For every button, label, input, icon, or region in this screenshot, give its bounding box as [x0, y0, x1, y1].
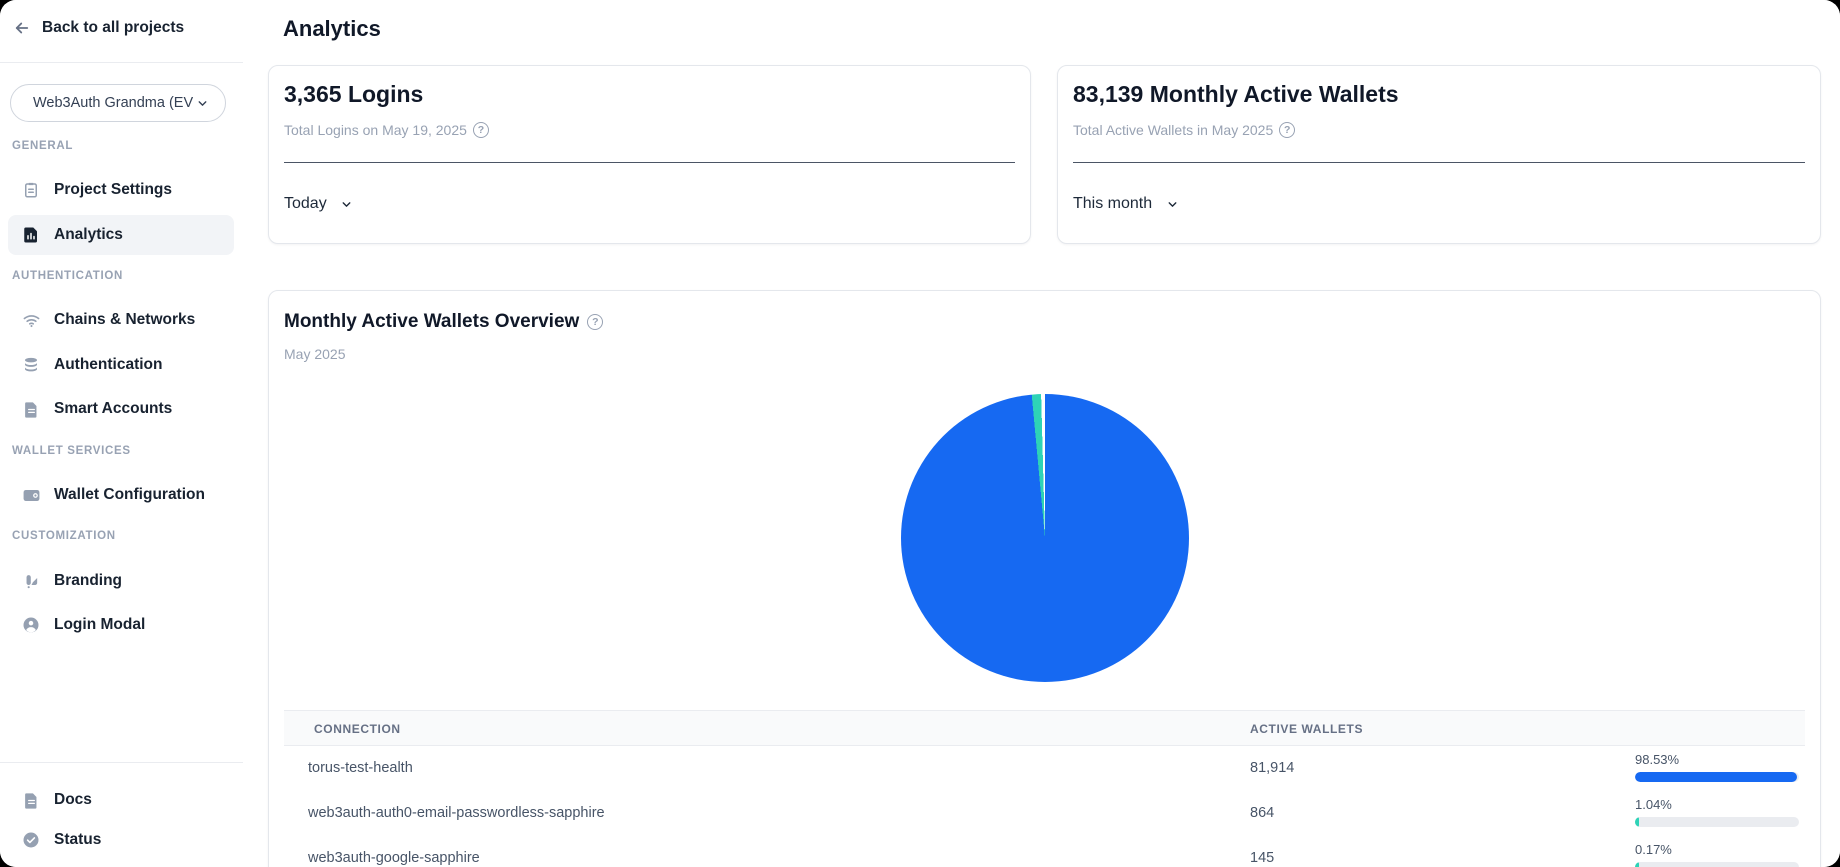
user-circle-icon [21, 615, 41, 635]
percent-bar-fill [1635, 817, 1639, 827]
active-wallets-pie-chart[interactable] [901, 394, 1189, 682]
sidebar-item-authentication[interactable]: Authentication [8, 345, 234, 385]
sidebar-item-label: Wallet Configuration [54, 486, 205, 504]
sidebar-item-login-modal[interactable]: Login Modal [8, 605, 234, 645]
card-divider [284, 162, 1015, 163]
wallets-metric: 83,139 Monthly Active Wallets [1073, 81, 1399, 108]
analytics-chart-icon [21, 225, 41, 245]
clipboard-icon [21, 180, 41, 200]
overview-title: Monthly Active Wallets Overview [284, 311, 579, 333]
app-window: Back to all projects Web3Auth Grandma (E… [0, 0, 1840, 867]
wallets-subtitle: Total Active Wallets in May 2025 [1073, 122, 1273, 138]
logins-subtitle: Total Logins on May 19, 2025 [284, 122, 467, 138]
section-label-general: GENERAL [12, 140, 73, 152]
section-label-customization: CUSTOMIZATION [12, 530, 116, 542]
brush-icon [21, 571, 41, 591]
percent-label: 1.04% [1635, 797, 1799, 812]
percent-bar-fill [1635, 772, 1797, 782]
table-row[interactable]: web3auth-google-sapphire 145 0.17% [284, 836, 1805, 867]
active-wallets-cell: 864 [1250, 805, 1274, 821]
percent-cell: 98.53% [1635, 752, 1799, 782]
sidebar-item-analytics[interactable]: Analytics [8, 215, 234, 255]
document-icon [21, 399, 41, 419]
connection-cell: torus-test-health [308, 760, 413, 776]
wallet-icon [21, 485, 41, 505]
page-title: Analytics [283, 16, 381, 42]
column-header-active-wallets: ACTIVE WALLETS [1250, 711, 1363, 747]
table-header: CONNECTION ACTIVE WALLETS [284, 710, 1805, 746]
percent-bar-track [1635, 862, 1799, 867]
overview-card: Monthly Active Wallets Overview ? May 20… [268, 290, 1821, 867]
monthly-active-wallets-card: 83,139 Monthly Active Wallets Total Acti… [1057, 65, 1821, 244]
wallets-range-dropdown[interactable]: This month [1073, 194, 1182, 214]
database-icon [21, 355, 41, 375]
table-row[interactable]: web3auth-auth0-email-passwordless-sapphi… [284, 791, 1805, 836]
table-row[interactable]: torus-test-health 81,914 98.53% [284, 746, 1805, 791]
range-label: Today [284, 195, 327, 213]
section-label-authentication: AUTHENTICATION [12, 270, 123, 282]
sidebar-item-label: Chains & Networks [54, 311, 195, 329]
sidebar-bottom-divider [0, 762, 243, 763]
help-icon[interactable]: ? [587, 314, 603, 330]
logins-card: 3,365 Logins Total Logins on May 19, 202… [268, 65, 1031, 244]
sidebar-item-status[interactable]: Status [8, 820, 234, 860]
active-wallets-cell: 145 [1250, 850, 1274, 866]
connection-cell: web3auth-auth0-email-passwordless-sapphi… [308, 805, 605, 821]
active-wallets-cell: 81,914 [1250, 760, 1294, 776]
overview-subtitle: May 2025 [284, 346, 345, 362]
sidebar-item-label: Authentication [54, 356, 163, 374]
chevron-down-icon [337, 194, 357, 214]
sidebar-item-docs[interactable]: Docs [8, 780, 234, 820]
sidebar-item-label: Smart Accounts [54, 400, 172, 418]
range-label: This month [1073, 195, 1152, 213]
sidebar: Back to all projects Web3Auth Grandma (E… [0, 0, 244, 867]
sidebar-item-label: Docs [54, 791, 92, 809]
main-content: Analytics 3,365 Logins Total Logins on M… [243, 0, 1840, 867]
logins-range-dropdown[interactable]: Today [284, 194, 357, 214]
arrow-left-icon [12, 18, 32, 38]
sidebar-item-label: Login Modal [54, 616, 145, 634]
percent-bar-track [1635, 817, 1799, 827]
back-label: Back to all projects [42, 19, 184, 37]
wifi-icon [21, 310, 41, 330]
percent-bar-track [1635, 772, 1799, 782]
project-selector-label: Web3Auth Grandma (EV [33, 95, 193, 111]
sidebar-item-label: Status [54, 831, 101, 849]
connection-cell: web3auth-google-sapphire [308, 850, 480, 866]
check-circle-icon [21, 830, 41, 850]
percent-bar-fill [1635, 862, 1639, 867]
chevron-down-icon [1162, 194, 1182, 214]
sidebar-item-smart-accounts[interactable]: Smart Accounts [8, 389, 234, 429]
percent-label: 0.17% [1635, 842, 1799, 857]
percent-label: 98.53% [1635, 752, 1799, 767]
chevron-down-icon [195, 93, 209, 113]
logins-metric: 3,365 Logins [284, 81, 423, 108]
sidebar-item-branding[interactable]: Branding [8, 561, 234, 601]
document-icon [21, 790, 41, 810]
sidebar-item-label: Branding [54, 572, 122, 590]
sidebar-item-project-settings[interactable]: Project Settings [8, 170, 234, 210]
percent-cell: 0.17% [1635, 842, 1799, 867]
sidebar-item-chains-networks[interactable]: Chains & Networks [8, 300, 234, 340]
section-label-wallet-services: WALLET SERVICES [12, 445, 131, 457]
sidebar-item-wallet-configuration[interactable]: Wallet Configuration [8, 475, 234, 515]
card-divider [1073, 162, 1805, 163]
sidebar-item-label: Project Settings [54, 181, 172, 199]
sidebar-top-divider [0, 62, 243, 63]
help-icon[interactable]: ? [473, 122, 489, 138]
percent-cell: 1.04% [1635, 797, 1799, 827]
help-icon[interactable]: ? [1279, 122, 1295, 138]
sidebar-item-label: Analytics [54, 226, 123, 244]
column-header-connection: CONNECTION [314, 711, 401, 747]
project-selector[interactable]: Web3Auth Grandma (EV [10, 84, 226, 122]
back-to-projects-link[interactable]: Back to all projects [12, 14, 184, 42]
